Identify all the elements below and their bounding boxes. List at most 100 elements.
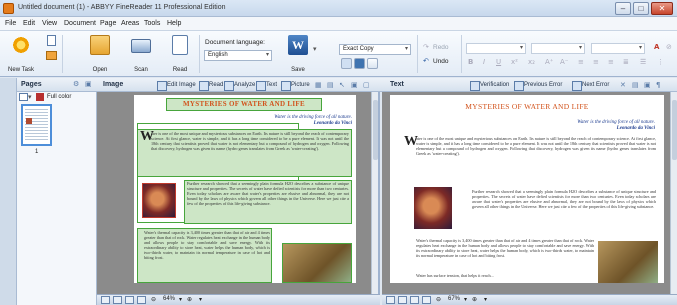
text-fit-width-icon[interactable] [410, 296, 419, 304]
align-right-icon[interactable]: ≡ [608, 58, 614, 66]
image-zoom-value[interactable]: 64% [163, 296, 175, 302]
menu-edit[interactable]: Edit [23, 20, 35, 27]
area-properties-icon[interactable]: ▣ [351, 81, 358, 89]
maximize-button[interactable]: □ [633, 2, 649, 15]
read-button[interactable]: Read [164, 33, 196, 75]
underline-icon[interactable]: U [496, 58, 501, 66]
menu-document[interactable]: Document [64, 20, 96, 27]
thumbnail-view-icon[interactable] [19, 93, 28, 101]
text-zoom-out-icon[interactable]: ⊖ [436, 296, 441, 303]
numbering-icon[interactable]: ⋮ [657, 58, 664, 66]
align-left-icon[interactable]: ≡ [578, 58, 584, 66]
menu-help[interactable]: Help [167, 20, 181, 27]
italic-icon[interactable]: I [483, 58, 485, 66]
new-document-button[interactable] [44, 35, 58, 47]
font-grow-icon[interactable]: A⁺ [545, 58, 553, 66]
copy-icon[interactable]: ▣ [644, 81, 651, 89]
save-button[interactable]: W Save [284, 33, 312, 75]
image-zoom-menu-icon[interactable]: ▾ [199, 296, 202, 303]
font-size-select[interactable] [531, 43, 585, 54]
clear-format-icon[interactable]: ⊘ [666, 43, 672, 51]
text-zoom-value[interactable]: 67% [448, 296, 460, 302]
justify-icon[interactable]: ≣ [623, 58, 629, 66]
text-area-button[interactable]: Text [256, 80, 277, 91]
text-vertical-scrollbar[interactable] [670, 92, 677, 294]
dictionary-icon[interactable]: ✕ [620, 81, 626, 89]
synthesize-icon[interactable]: ▤ [632, 81, 639, 89]
menu-file[interactable]: File [5, 20, 16, 27]
edit-image-button[interactable]: Edit Image [157, 80, 196, 91]
image-zoom-dropdown-icon[interactable]: ▾ [179, 296, 182, 303]
window-title: Untitled document (1) - ABBYY FineReader… [18, 4, 226, 11]
text-scroll-thumb[interactable] [672, 100, 677, 160]
text-nav-up-icon[interactable] [386, 296, 395, 304]
pages-settings-icon[interactable]: ⚙ [73, 80, 79, 88]
view-chevron-icon[interactable]: ▾ [28, 93, 32, 101]
text-zoom-in-icon[interactable]: ⊕ [472, 296, 477, 303]
save-options-chevron-icon[interactable]: ▾ [313, 45, 317, 53]
text-zoom-menu-icon[interactable]: ▾ [484, 296, 487, 303]
menu-view[interactable]: View [42, 20, 57, 27]
subscript-icon[interactable]: x₂ [528, 58, 535, 66]
analyze-button[interactable]: Analyze [224, 80, 255, 91]
undo-button[interactable]: Undo [433, 58, 449, 65]
minimize-button[interactable]: – [615, 2, 631, 15]
scan-button[interactable]: Scan [125, 33, 157, 75]
image-fit-height-icon[interactable] [137, 296, 146, 304]
style-select[interactable] [591, 43, 645, 54]
text-paragraph-1[interactable]: ater is one of the most unique and myste… [416, 136, 656, 178]
menu-tools[interactable]: Tools [144, 20, 160, 27]
font-color-icon[interactable]: A [654, 43, 659, 51]
text-paragraph-3[interactable]: Water's thermal capacity is 3,400 times … [416, 238, 594, 268]
layout-fit-button[interactable] [354, 58, 365, 69]
image-paragraph-3: Water's thermal capacity is 3,400 times … [144, 230, 270, 260]
image-fit-page-icon[interactable] [113, 296, 122, 304]
text-fit-page-icon[interactable] [398, 296, 407, 304]
select-arrow-icon[interactable]: ↖ [339, 81, 345, 89]
image-paragraph-2: Further research showed that a seemingly… [187, 181, 349, 206]
next-error-button[interactable]: Next Error [572, 80, 609, 91]
picture-area-button[interactable]: Picture [281, 80, 310, 91]
image-picture-area[interactable] [142, 183, 176, 218]
pilcrow-icon[interactable]: ¶ [656, 81, 660, 89]
image-photo-area[interactable] [282, 243, 352, 283]
text-quote-author[interactable]: Leonardo da Vinci [510, 126, 655, 131]
text-paragraph-4[interactable]: Water has surface tension, that helps it… [416, 273, 594, 281]
image-nav-up-icon[interactable] [101, 296, 110, 304]
layout-width-button[interactable] [367, 58, 378, 69]
pane-maximize-icon[interactable]: ▢ [363, 81, 370, 89]
read-area-button[interactable]: Read [199, 80, 223, 91]
pages-delete-icon[interactable]: ▣ [85, 80, 92, 88]
close-button[interactable]: ✕ [651, 2, 673, 15]
page-thumbnail[interactable] [21, 104, 52, 146]
open-button[interactable]: Open [84, 33, 116, 75]
align-center-icon[interactable]: ≡ [593, 58, 599, 66]
menu-page[interactable]: Page [100, 20, 116, 27]
menu-areas[interactable]: Areas [121, 20, 139, 27]
redo-button[interactable]: Redo [433, 44, 449, 51]
bullets-icon[interactable]: ☰ [640, 58, 646, 66]
image-zoom-in-icon[interactable]: ⊕ [187, 296, 192, 303]
bold-icon[interactable]: B [468, 58, 473, 66]
image-scroll-thumb[interactable] [373, 100, 378, 160]
font-shrink-icon[interactable]: A⁻ [560, 58, 568, 66]
text-fit-height-icon[interactable] [422, 296, 431, 304]
scan-small-button[interactable] [44, 51, 58, 63]
superscript-icon[interactable]: x² [511, 58, 518, 66]
new-task-button[interactable]: New Task [3, 33, 39, 75]
background-area-icon[interactable]: ▤ [327, 81, 334, 89]
previous-error-button[interactable]: Previous Error [514, 80, 562, 91]
font-name-select[interactable] [466, 43, 526, 54]
image-zoom-out-icon[interactable]: ⊖ [151, 296, 156, 303]
table-area-icon[interactable]: ▦ [315, 81, 322, 89]
document-language-select[interactable]: English [204, 50, 272, 61]
image-fit-width-icon[interactable] [125, 296, 134, 304]
image-vertical-scrollbar[interactable] [371, 92, 378, 294]
copy-mode-select[interactable]: Exact Copy [339, 44, 411, 55]
text-quote[interactable]: Water is the driving force of all nature… [510, 120, 655, 125]
verification-button[interactable]: Verification [470, 80, 509, 91]
text-zoom-dropdown-icon[interactable]: ▾ [464, 296, 467, 303]
text-heading[interactable]: MYSTERIES OF WATER AND LIFE [440, 102, 614, 111]
text-paragraph-2[interactable]: Further research showed that a seemingly… [472, 189, 656, 231]
layout-view-button[interactable] [341, 58, 352, 69]
